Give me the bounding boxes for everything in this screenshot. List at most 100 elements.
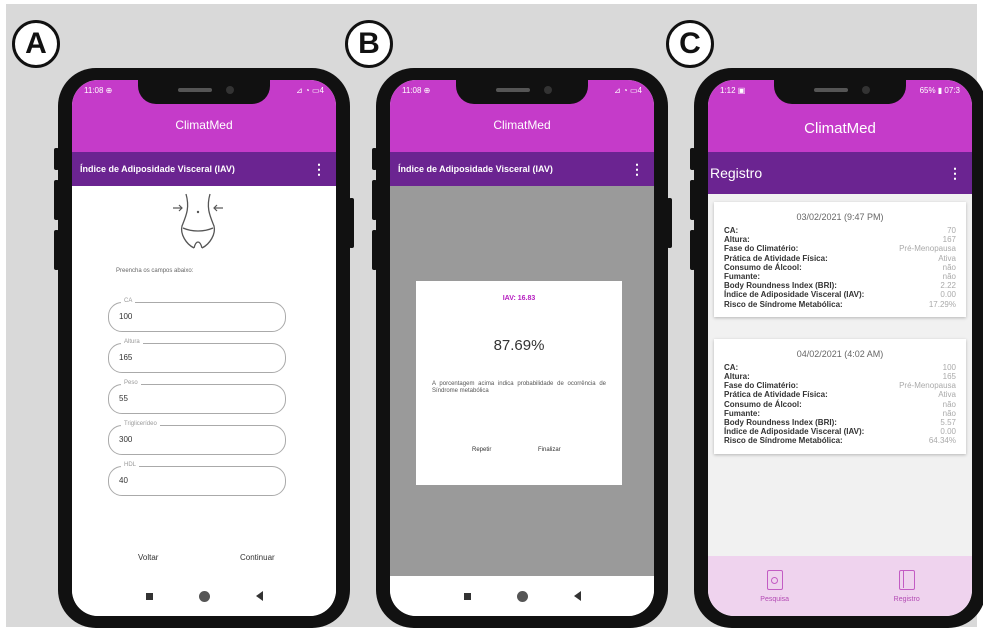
toolbar: Índice de Adiposidade Visceral (IAV) ⋮ [390, 152, 654, 186]
field-value: 55 [119, 394, 128, 403]
phone-b: 11:08 ⊕ ⊿ ◔ ▭4 ClimatMed Índice de Adipo… [372, 68, 672, 628]
record-card[interactable]: 03/02/2021 (9:47 PM) CA: 70 Altura: 167 Fa… [714, 202, 966, 317]
back-icon[interactable] [255, 591, 263, 601]
android-nav-bar [72, 576, 336, 616]
nav-registro-label: Registro [893, 595, 920, 603]
volume-button [690, 180, 695, 220]
field-label: Peso [121, 380, 141, 386]
record-row: Risco de Síndrome Metabólica: 64.34% [724, 436, 956, 445]
triglicerideo-field[interactable]: Triglicerídeo 300 [108, 421, 286, 455]
record-row: Altura: 165 [724, 372, 956, 381]
record-date: 03/02/2021 (9:47 PM) [796, 212, 884, 222]
volume-button [54, 180, 59, 220]
status-right: ⊿ ◔ ▭4 [614, 86, 642, 95]
status-left: 11:08 ⊕ [84, 86, 113, 95]
notch [456, 80, 588, 104]
row-label: Prática de Atividade Física: [724, 390, 828, 400]
panel-label-a: A [12, 20, 60, 68]
row-label: Prática de Atividade Física: [724, 253, 828, 263]
status-right: 65% ▮ 07:3 [919, 86, 960, 95]
field-value: 165 [119, 353, 133, 362]
phone-a: 11:08 ⊕ ⊿ ◔ ▭4 ClimatMed Índice de Adipo… [54, 68, 354, 628]
form-area: Preencha os campos abaixo: CA 100 Altura… [72, 186, 336, 576]
row-value: 64.34% [928, 436, 956, 446]
row-label: Índice de Adiposidade Visceral (IAV): [724, 427, 865, 437]
altura-field[interactable]: Altura 165 [108, 339, 286, 373]
record-row: Fumante: não [724, 272, 956, 281]
row-label: Consumo de Álcool: [724, 399, 802, 409]
row-value: 167 [942, 235, 956, 245]
field-label: HDL [121, 462, 140, 468]
row-label: Fumante: [724, 272, 760, 282]
volume-button [690, 230, 695, 270]
more-menu-icon[interactable]: ⋮ [948, 165, 962, 182]
ca-field[interactable]: CA 100 [108, 298, 286, 332]
more-menu-icon[interactable]: ⋮ [630, 161, 644, 178]
record-row: Fumante: não [724, 409, 956, 418]
back-button[interactable]: Voltar [138, 553, 158, 562]
row-value: Pré-Menopausa [899, 381, 956, 391]
more-menu-icon[interactable]: ⋮ [312, 161, 326, 178]
row-label: Body Roundness Index (BRI): [724, 418, 837, 428]
record-card[interactable]: 04/02/2021 (4:02 AM) CA: 100 Altura: 165 F… [714, 338, 966, 454]
book-icon [898, 569, 915, 590]
volume-button [372, 230, 377, 270]
repeat-button[interactable]: Repetir [472, 447, 491, 453]
iav-result: IAV: 16.83 [502, 295, 536, 302]
home-icon[interactable] [516, 590, 528, 602]
back-icon[interactable] [573, 591, 581, 601]
result-description: A porcentagem acima indica probabilidade… [432, 381, 606, 394]
record-row: Consumo de Álcool: não [724, 400, 956, 409]
status-right: ⊿ ◔ ▭4 [296, 86, 324, 95]
toolbar-title: Índice de Adiposidade Visceral (IAV) [80, 164, 235, 174]
volume-button [372, 180, 377, 220]
finish-button[interactable]: Finalizar [538, 447, 561, 453]
panel-label-b: B [345, 20, 393, 68]
record-row: Prática de Atividade Física: Ativa [724, 254, 956, 263]
nav-pesquisa[interactable]: Pesquisa [760, 569, 790, 603]
bottom-nav: Pesquisa Registro [708, 556, 972, 616]
form-icon [766, 569, 783, 590]
volume-button [372, 148, 377, 170]
record-row: Prática de Atividade Física: Ativa [724, 390, 956, 399]
row-value: 2.22 [940, 281, 956, 291]
record-row: CA: 100 [724, 363, 956, 372]
screen-b: 11:08 ⊕ ⊿ ◔ ▭4 ClimatMed Índice de Adipo… [390, 80, 654, 616]
screen-a: 11:08 ⊕ ⊿ ◔ ▭4 ClimatMed Índice de Adipo… [72, 80, 336, 616]
app-title: ClimatMed [804, 120, 876, 137]
recent-apps-icon[interactable] [145, 592, 153, 600]
notch [138, 80, 270, 104]
recent-apps-icon[interactable] [463, 592, 471, 600]
row-value: 5.57 [940, 418, 956, 428]
record-row: Risco de Síndrome Metabólica: 17.29% [724, 300, 956, 309]
row-value: 70 [947, 226, 956, 235]
row-value: 165 [942, 372, 956, 382]
nav-registro[interactable]: Registro [893, 569, 920, 603]
home-icon[interactable] [198, 590, 210, 602]
notch [774, 80, 906, 104]
row-value: 0.00 [940, 290, 956, 300]
record-row: Body Roundness Index (BRI): 5.57 [724, 418, 956, 427]
power-button [349, 198, 354, 248]
row-label: CA: [724, 226, 739, 235]
continue-button[interactable]: Continuar [240, 553, 275, 562]
status-left: 11:08 ⊕ [402, 86, 431, 95]
record-date: 04/02/2021 (4:02 AM) [796, 348, 884, 359]
volume-button [690, 148, 695, 170]
row-label: CA: [724, 362, 739, 372]
nav-pesquisa-label: Pesquisa [760, 595, 790, 603]
record-row: Body Roundness Index (BRI): 2.22 [724, 281, 956, 290]
toolbar: Registro ⋮ [708, 152, 972, 194]
peso-field[interactable]: Peso 55 [108, 380, 286, 414]
row-label: Body Roundness Index (BRI): [724, 281, 837, 291]
percentage-result: 87.69% [493, 337, 545, 354]
toolbar: Índice de Adiposidade Visceral (IAV) ⋮ [72, 152, 336, 186]
hdl-field[interactable]: HDL 40 [108, 462, 286, 496]
row-value: não [942, 399, 956, 409]
row-label: Consumo de Álcool: [724, 262, 802, 272]
volume-button [54, 148, 59, 170]
row-label: Fase do Climatério: [724, 244, 799, 254]
row-value: 100 [942, 362, 956, 372]
row-label: Altura: [724, 372, 750, 382]
record-row: Consumo de Álcool: não [724, 263, 956, 272]
